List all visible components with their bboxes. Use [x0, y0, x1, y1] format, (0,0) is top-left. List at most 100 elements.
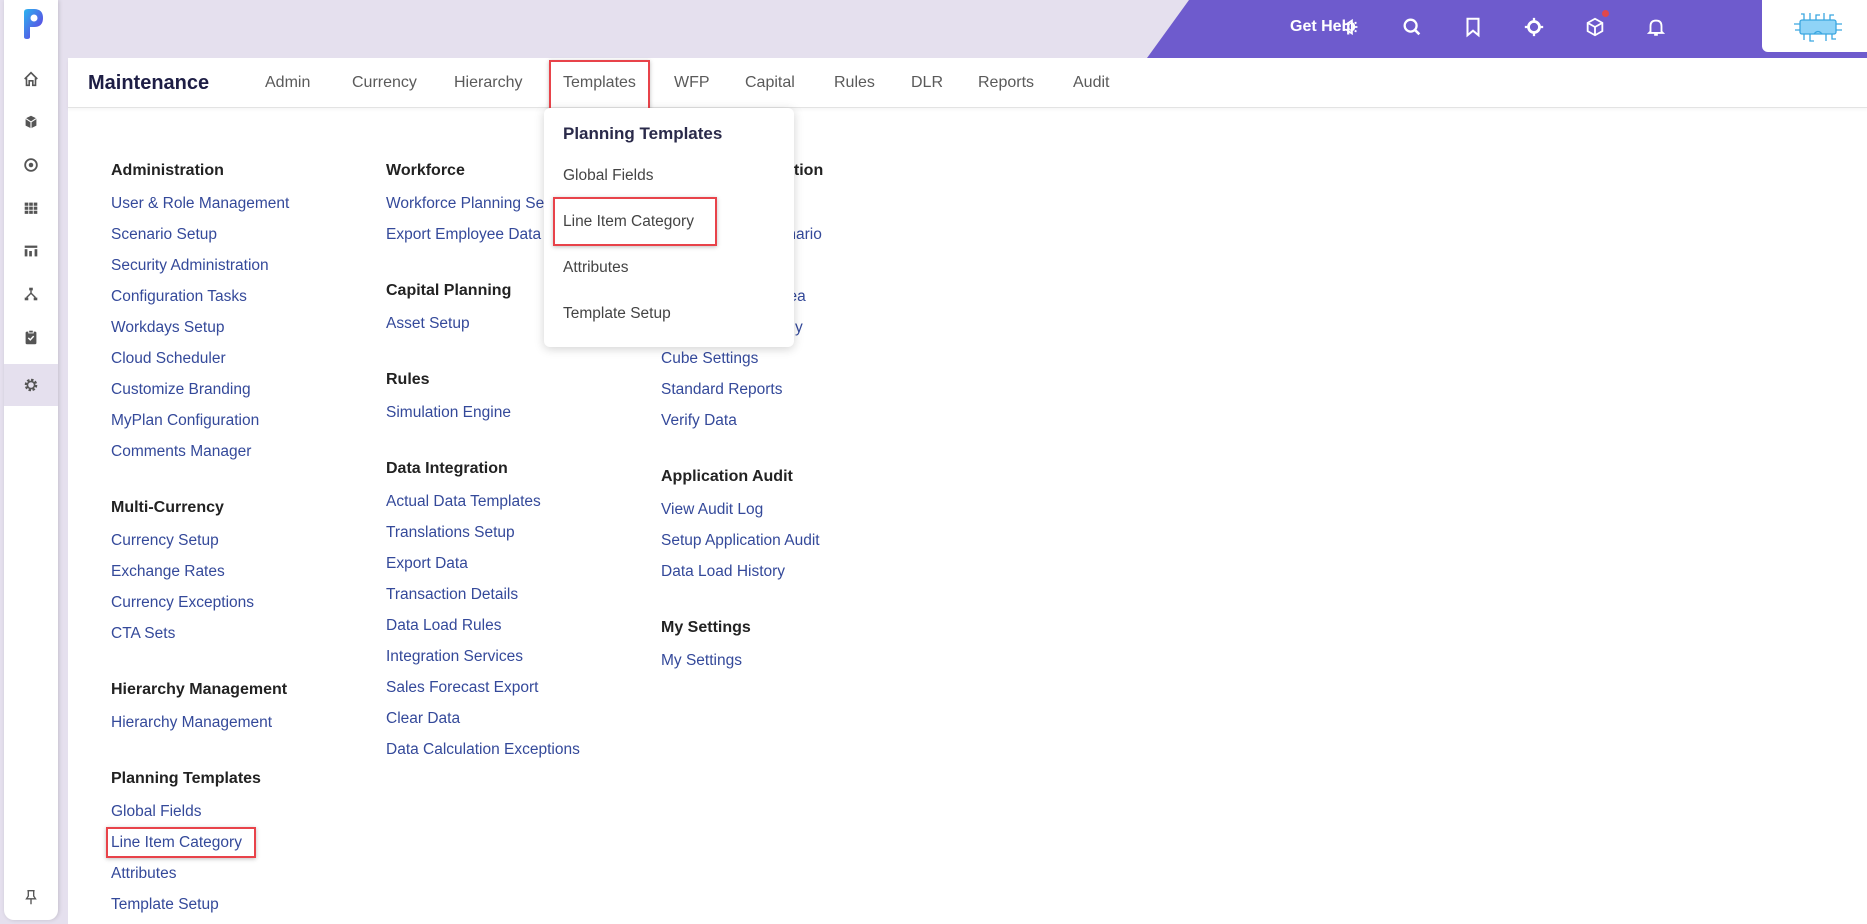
- link-sales-forecast-export[interactable]: Sales Forecast Export: [386, 672, 580, 703]
- gear-icon: [24, 378, 38, 392]
- rail-dashboard[interactable]: [4, 232, 58, 270]
- link-data-calculation-exceptions[interactable]: Data Calculation Exceptions: [386, 734, 580, 765]
- tab-dlr[interactable]: DLR: [911, 74, 943, 92]
- dropdown-item-label: Line Item Category: [563, 213, 694, 230]
- link-user-role-management[interactable]: User & Role Management: [111, 188, 289, 219]
- main-panel: Maintenance Admin Currency Hierarchy Tem…: [68, 58, 1867, 924]
- link-my-settings[interactable]: My Settings: [661, 645, 823, 676]
- bookmark-icon: [1466, 17, 1480, 38]
- top-bar: Get Help A: [58, 0, 1867, 58]
- link-comments-manager[interactable]: Comments Manager: [111, 436, 289, 467]
- link-verify-data[interactable]: Verify Data: [661, 405, 823, 436]
- dropdown-heading: Planning Templates: [563, 124, 723, 143]
- link-exchange-rates[interactable]: Exchange Rates: [111, 556, 289, 587]
- link-data-load-history[interactable]: Data Load History: [661, 556, 823, 587]
- link-cloud-scheduler[interactable]: Cloud Scheduler: [111, 343, 289, 374]
- link-data-load-rules[interactable]: Data Load Rules: [386, 610, 580, 641]
- nav-bar: Maintenance Admin Currency Hierarchy Tem…: [68, 58, 1867, 112]
- search-icon: [1403, 18, 1421, 36]
- brand-logo-icon: [1794, 13, 1842, 42]
- link-configuration-tasks[interactable]: Configuration Tasks: [111, 281, 289, 312]
- group-heading: Hierarchy Management: [111, 681, 288, 698]
- crosshair-button[interactable]: [1521, 14, 1547, 40]
- group-heading: Rules: [386, 371, 430, 388]
- link-standard-reports[interactable]: Standard Reports: [661, 374, 823, 405]
- menu-column-1: Administration User & Role Management Sc…: [106, 154, 289, 920]
- link-export-data[interactable]: Export Data: [386, 548, 580, 579]
- dashboard-icon: [24, 245, 38, 257]
- user-card: A: [1762, 0, 1867, 52]
- link-transaction-details[interactable]: Transaction Details: [386, 579, 580, 610]
- link-simulation-engine[interactable]: Simulation Engine: [386, 397, 580, 428]
- link-template-setup[interactable]: Template Setup: [111, 889, 289, 920]
- link-attributes[interactable]: Attributes: [111, 858, 289, 889]
- link-setup-application-audit[interactable]: Setup Application Audit: [661, 525, 823, 556]
- bell-icon: [1646, 19, 1666, 36]
- group-heading: Multi-Currency: [111, 499, 224, 516]
- link-customize-branding[interactable]: Customize Branding: [111, 374, 289, 405]
- group-heading: Application Audit: [661, 468, 793, 485]
- link-global-fields[interactable]: Global Fields: [111, 796, 289, 827]
- tab-currency[interactable]: Currency: [352, 74, 417, 92]
- announcement-button[interactable]: [1338, 14, 1364, 40]
- page-title: Maintenance: [88, 72, 210, 94]
- link-security-administration[interactable]: Security Administration: [111, 250, 289, 281]
- hierarchy-icon: [24, 287, 38, 301]
- link-integration-services[interactable]: Integration Services: [386, 641, 580, 672]
- link-view-audit-log[interactable]: View Audit Log: [661, 494, 823, 525]
- templates-dropdown: Planning Templates Global Fields Line It…: [544, 108, 794, 347]
- tab-admin[interactable]: Admin: [265, 74, 310, 92]
- home-icon: [24, 71, 38, 87]
- link-label: Line Item Category: [111, 834, 242, 851]
- rail-tasks[interactable]: [4, 318, 58, 356]
- rail-grid[interactable]: [4, 189, 58, 227]
- tab-rules[interactable]: Rules: [834, 74, 875, 92]
- group-heading: Planning Templates: [111, 770, 261, 787]
- crosshair-icon: [1524, 17, 1544, 37]
- notification-dot: [1602, 10, 1609, 17]
- cube-icon: [25, 115, 37, 129]
- link-myplan-configuration[interactable]: MyPlan Configuration: [111, 405, 289, 436]
- group-heading: Administration: [111, 162, 224, 179]
- tab-templates[interactable]: Templates: [563, 74, 636, 92]
- tab-hierarchy[interactable]: Hierarchy: [454, 74, 522, 92]
- rail-home[interactable]: [4, 60, 58, 98]
- grid-icon: [24, 202, 38, 214]
- pin-button[interactable]: [4, 888, 58, 906]
- notifications-button[interactable]: [1643, 14, 1669, 40]
- link-scenario-setup[interactable]: Scenario Setup: [111, 219, 289, 250]
- cube-button[interactable]: [1582, 10, 1609, 40]
- dropdown-item-line-item-category[interactable]: Line Item Category: [553, 197, 794, 256]
- link-currency-exceptions[interactable]: Currency Exceptions: [111, 587, 289, 618]
- tab-capital[interactable]: Capital: [745, 74, 795, 92]
- link-currency-setup[interactable]: Currency Setup: [111, 525, 289, 556]
- app-logo-icon[interactable]: [21, 8, 45, 40]
- link-translations-setup[interactable]: Translations Setup: [386, 517, 580, 548]
- link-line-item-category[interactable]: Line Item Category: [106, 827, 289, 858]
- search-button[interactable]: [1399, 14, 1425, 40]
- app: Get Help A Maintenance Admin Currency Hi…: [0, 0, 1867, 924]
- link-clear-data[interactable]: Clear Data: [386, 703, 580, 734]
- cube-icon: [1586, 17, 1604, 37]
- announcement-icon: [1342, 18, 1358, 36]
- rail-maintenance[interactable]: [4, 364, 58, 406]
- target-icon: [24, 158, 38, 172]
- bookmark-button[interactable]: [1460, 14, 1486, 40]
- link-actual-data-templates[interactable]: Actual Data Templates: [386, 486, 580, 517]
- tab-audit[interactable]: Audit: [1073, 74, 1109, 92]
- rail-target[interactable]: [4, 146, 58, 184]
- dropdown-item-template-setup[interactable]: Template Setup: [563, 302, 794, 348]
- rail-hierarchy[interactable]: [4, 275, 58, 313]
- rail-models[interactable]: [4, 103, 58, 141]
- link-cta-sets[interactable]: CTA Sets: [111, 618, 289, 649]
- link-hierarchy-management[interactable]: Hierarchy Management: [111, 707, 289, 738]
- top-bar-accent: [1147, 0, 1867, 58]
- link-workdays-setup[interactable]: Workdays Setup: [111, 312, 289, 343]
- dropdown-item-attributes[interactable]: Attributes: [563, 256, 794, 302]
- pin-icon: [25, 890, 37, 905]
- left-rail: [4, 0, 58, 920]
- tab-wfp[interactable]: WFP: [674, 74, 710, 92]
- dropdown-item-global-fields[interactable]: Global Fields: [563, 164, 794, 210]
- clipboard-check-icon: [25, 329, 37, 345]
- tab-reports[interactable]: Reports: [978, 74, 1034, 92]
